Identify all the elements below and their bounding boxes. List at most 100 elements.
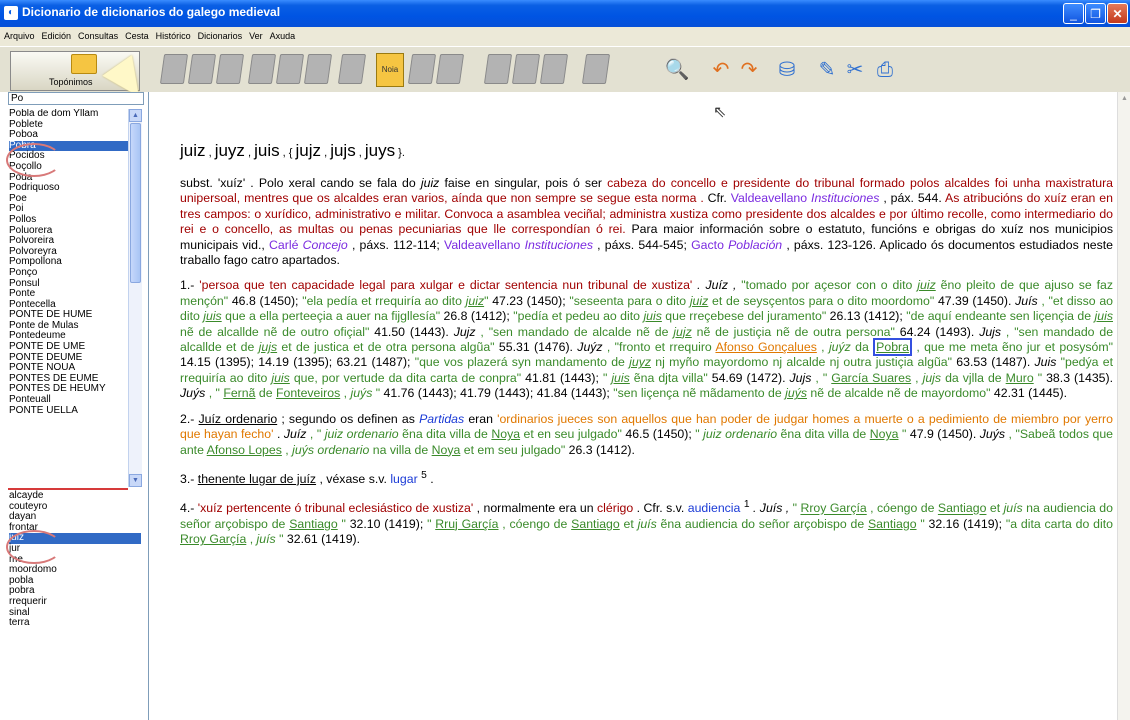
def-text: , páxs. 544-545; [592,237,692,252]
toponym-list-item[interactable]: Pobla de dom Yllam [9,109,141,120]
place-link[interactable]: Santiago [571,517,620,531]
menu-edicion[interactable]: Edición [38,27,75,41]
person-link[interactable]: Afonso Gonçalues [715,340,816,354]
author-link[interactable]: Valdeavellano [444,238,520,252]
place-link[interactable]: Noya [491,427,520,441]
toponym-list-scrollbar[interactable]: ▲ ▼ [128,109,142,487]
reference: 26.8 (1412); [440,309,514,324]
edit-icon[interactable]: ✎ [814,57,840,83]
person-link[interactable]: Rroy Garçía [180,532,246,546]
minimize-button[interactable]: _ [1063,3,1084,24]
menu-axuda[interactable]: Axuda [266,27,299,41]
toponym-list-item[interactable]: PONTE UELLA [9,405,141,417]
dictionary-tab-6[interactable] [303,54,333,84]
dictionary-tab-10[interactable] [435,54,465,84]
citation: "pedía et pedeu ao dito juis que rreçebe… [513,309,827,324]
dictionary-tab-13[interactable] [539,54,569,84]
person-link[interactable]: García Suares [831,371,911,385]
menu-consultas[interactable]: Consultas [74,27,121,41]
basket-icon[interactable]: ⛁ [774,57,800,83]
sense-number: 3.- [180,472,198,486]
place-link[interactable]: Noya [870,427,899,441]
search-icon[interactable]: 🔍 [664,57,690,83]
print-icon[interactable]: ⎙ [872,57,898,83]
menu-cesta[interactable]: Cesta [121,27,152,41]
dictionary-tab-7[interactable] [337,54,367,84]
headword-form: jujs [330,141,356,160]
sense-text: ; segundo os definen as [277,411,420,426]
sep: , [205,147,215,159]
place-link[interactable]: Santiago [868,517,917,531]
dictionary-tab-1[interactable] [159,54,189,84]
toponym-list-item[interactable]: Poe [9,193,141,205]
scroll-thumb[interactable] [130,123,141,283]
toponym-list-item[interactable]: Ponço [9,267,141,279]
word-list-item[interactable]: terra [9,618,141,629]
scroll-up-icon[interactable]: ▲ [129,109,142,122]
variant: Jujs [979,324,1002,339]
tools-icon[interactable]: ✂ [842,57,868,83]
place-link-pobra[interactable]: Pobra [873,338,912,357]
word-list-item[interactable]: alcayde [9,490,141,502]
dictionary-tab-11[interactable] [483,54,513,84]
variant: Juýz [577,340,603,355]
toponym-list-item[interactable]: Podriquoso [9,183,141,194]
back-arrow-icon[interactable]: ↶ [708,57,734,83]
folder-icon [71,54,97,74]
word-list-item[interactable]: rrequerir [9,596,141,608]
reference: 26.13 (1412); [826,309,907,324]
person-link[interactable]: Fernã [223,386,255,400]
cross-ref-link[interactable]: lugar [390,472,417,486]
dictionary-tab-2[interactable] [187,54,217,84]
menu-dicionarios[interactable]: Dicionarios [194,27,246,41]
dictionary-tab-9[interactable] [407,54,437,84]
author-link[interactable]: Carlé [269,238,298,252]
place-link[interactable]: Santiago [289,517,338,531]
maximize-button[interactable]: ❐ [1085,3,1106,24]
close-button[interactable]: ✕ [1107,3,1128,24]
person-link[interactable]: Rruj Garçía [435,517,498,531]
reference: 46.5 (1450); [621,427,696,442]
author-link[interactable]: Gacto [691,238,724,252]
toolbar: Topónimos Noia 🔍 ↶ ↷ ⛁ ✎ ✂ ⎙ [0,46,1130,94]
sense-text: . Cfr. s.v. [633,501,688,516]
dictionary-tab-4[interactable] [247,54,277,84]
place-link[interactable]: Muro [1006,371,1034,385]
citation: "que vos plazerá syn mandamento de juyz … [414,355,953,370]
dictionary-tab-5[interactable] [275,54,305,84]
reference: 32.10 (1419); [345,516,428,531]
person-link[interactable]: Afonso Lopes [207,443,282,457]
dictionary-tab-noia[interactable]: Noia [376,53,404,87]
dictionary-tab-3[interactable] [215,54,245,84]
reference: 55.31 (1476). [494,340,578,355]
menu-ver[interactable]: Ver [245,27,266,41]
work-link[interactable]: Instituciones [811,191,879,205]
sense-text: . [426,472,434,486]
forward-arrow-icon[interactable]: ↷ [736,57,762,83]
place-link[interactable]: Santiago [938,502,987,516]
cross-ref-link[interactable]: audiencia [688,502,741,516]
menu-arquivo[interactable]: Arquivo [0,27,38,41]
entry-scroll-up-icon[interactable]: ▲ [1118,92,1130,105]
sep: }. [395,147,405,159]
scroll-down-icon[interactable]: ▼ [129,474,142,487]
person-link[interactable]: Rroy Garçía [800,502,866,516]
place-link[interactable]: Fonteveiros [276,386,340,400]
author-link[interactable]: Valdeavellano [731,191,807,205]
variant: Juýs [180,386,206,401]
search-input[interactable]: Po [8,92,144,105]
left-panel: Po Pobla de dom Yllam Poblete Poboa Pobra Po… [0,92,149,720]
dictionary-tab-14[interactable] [581,54,611,84]
sense-1: 1.- 'persoa que ten capacidade legal par… [180,278,1113,401]
dictionary-tab-12[interactable] [511,54,541,84]
toponym-list-item[interactable]: Pollos [9,214,141,226]
work-link[interactable]: Instituciones [525,238,593,252]
reference: 46.8 (1450); [228,293,303,308]
work-link[interactable]: Concejo [303,238,348,252]
entry-scrollbar[interactable]: ▲ [1117,92,1130,720]
menu-historico[interactable]: Histórico [152,27,194,41]
sense-term: Juíz ordenario [198,411,278,426]
place-link[interactable]: Noya [432,443,461,457]
work-link[interactable]: Partidas [419,412,464,426]
work-link[interactable]: Población [728,238,782,252]
